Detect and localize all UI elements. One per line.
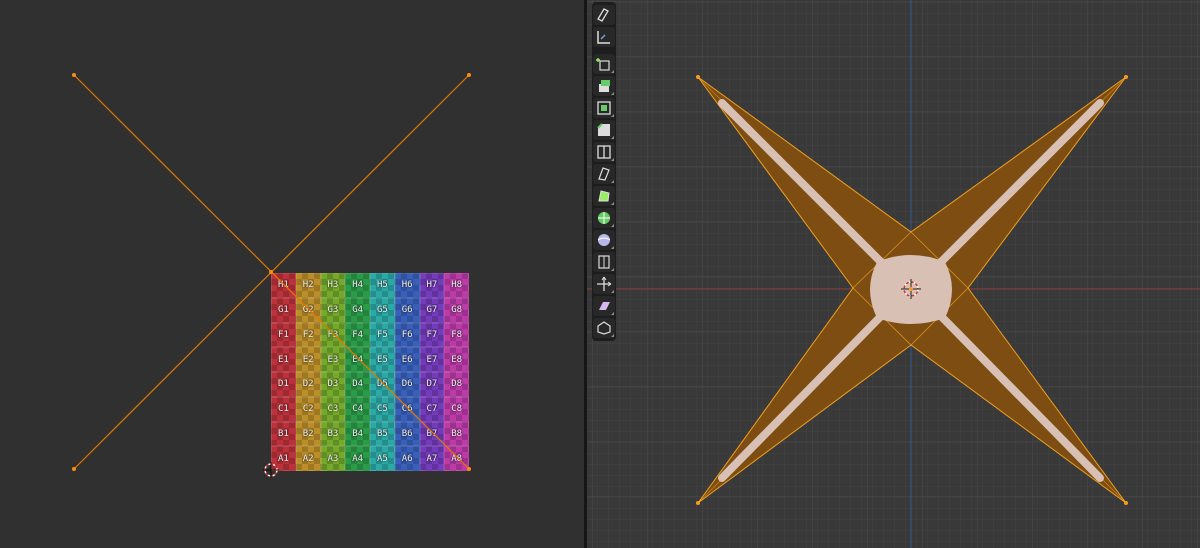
tool-variants-indicator [611,268,614,271]
mesh-vertex[interactable] [696,75,700,79]
tool-variants-indicator [611,180,614,183]
smooth-tool[interactable] [593,230,615,250]
uv-vertex[interactable] [72,73,76,77]
shrink-fatten-tool[interactable] [593,274,615,294]
tool-variants-indicator [611,312,614,315]
edge-slide-tool[interactable] [593,252,615,272]
extrude-region-tool[interactable] [593,76,615,96]
tool-variants-indicator [611,70,614,73]
2d-cursor-icon[interactable] [263,462,279,478]
uv-vertex[interactable] [72,467,76,471]
tool-variants-indicator [611,224,614,227]
knife-tool[interactable] [593,164,615,184]
uv-vertex[interactable] [269,270,273,274]
measure-tool[interactable] [593,27,615,47]
tool-variants-indicator [611,334,614,337]
rip-region-tool[interactable] [593,318,615,338]
loop-cut-tool[interactable] [593,142,615,162]
tool-variants-indicator [611,246,614,249]
mesh-vertex[interactable] [1124,501,1128,505]
add-cube-tool[interactable] [593,54,615,74]
annotate-tool[interactable] [593,5,615,25]
tool-variants-indicator [611,202,614,205]
inset-faces-tool[interactable] [593,98,615,118]
tool-variants-indicator [611,290,614,293]
measure-icon [597,31,610,44]
tool-variants-indicator [611,158,614,161]
annotate-icon [597,8,609,22]
tool-variants-indicator [611,92,614,95]
viewport-canvas[interactable] [587,0,1200,548]
mesh-vertex[interactable] [1124,75,1128,79]
shear-tool[interactable] [593,296,615,316]
uv-vertex[interactable] [467,73,471,77]
tool-variants-indicator [611,114,614,117]
uv-overlay[interactable] [0,0,584,548]
tool-variants-indicator [611,136,614,139]
3d-viewport[interactable] [587,0,1200,548]
uv-vertex[interactable] [467,467,471,471]
bevel-tool[interactable] [593,120,615,140]
object-origin [909,287,913,291]
tool-shelf [592,2,616,341]
uv-editor[interactable]: H1 H2 H3 H4 H5 H6 H7 H8 G1 G2 G3 G4 G5 G6 G7 G8 F1 F2 F3 F4… [0,0,584,548]
poly-build-tool[interactable] [593,186,615,206]
spin-tool[interactable] [593,208,615,228]
mesh-vertex[interactable] [696,501,700,505]
